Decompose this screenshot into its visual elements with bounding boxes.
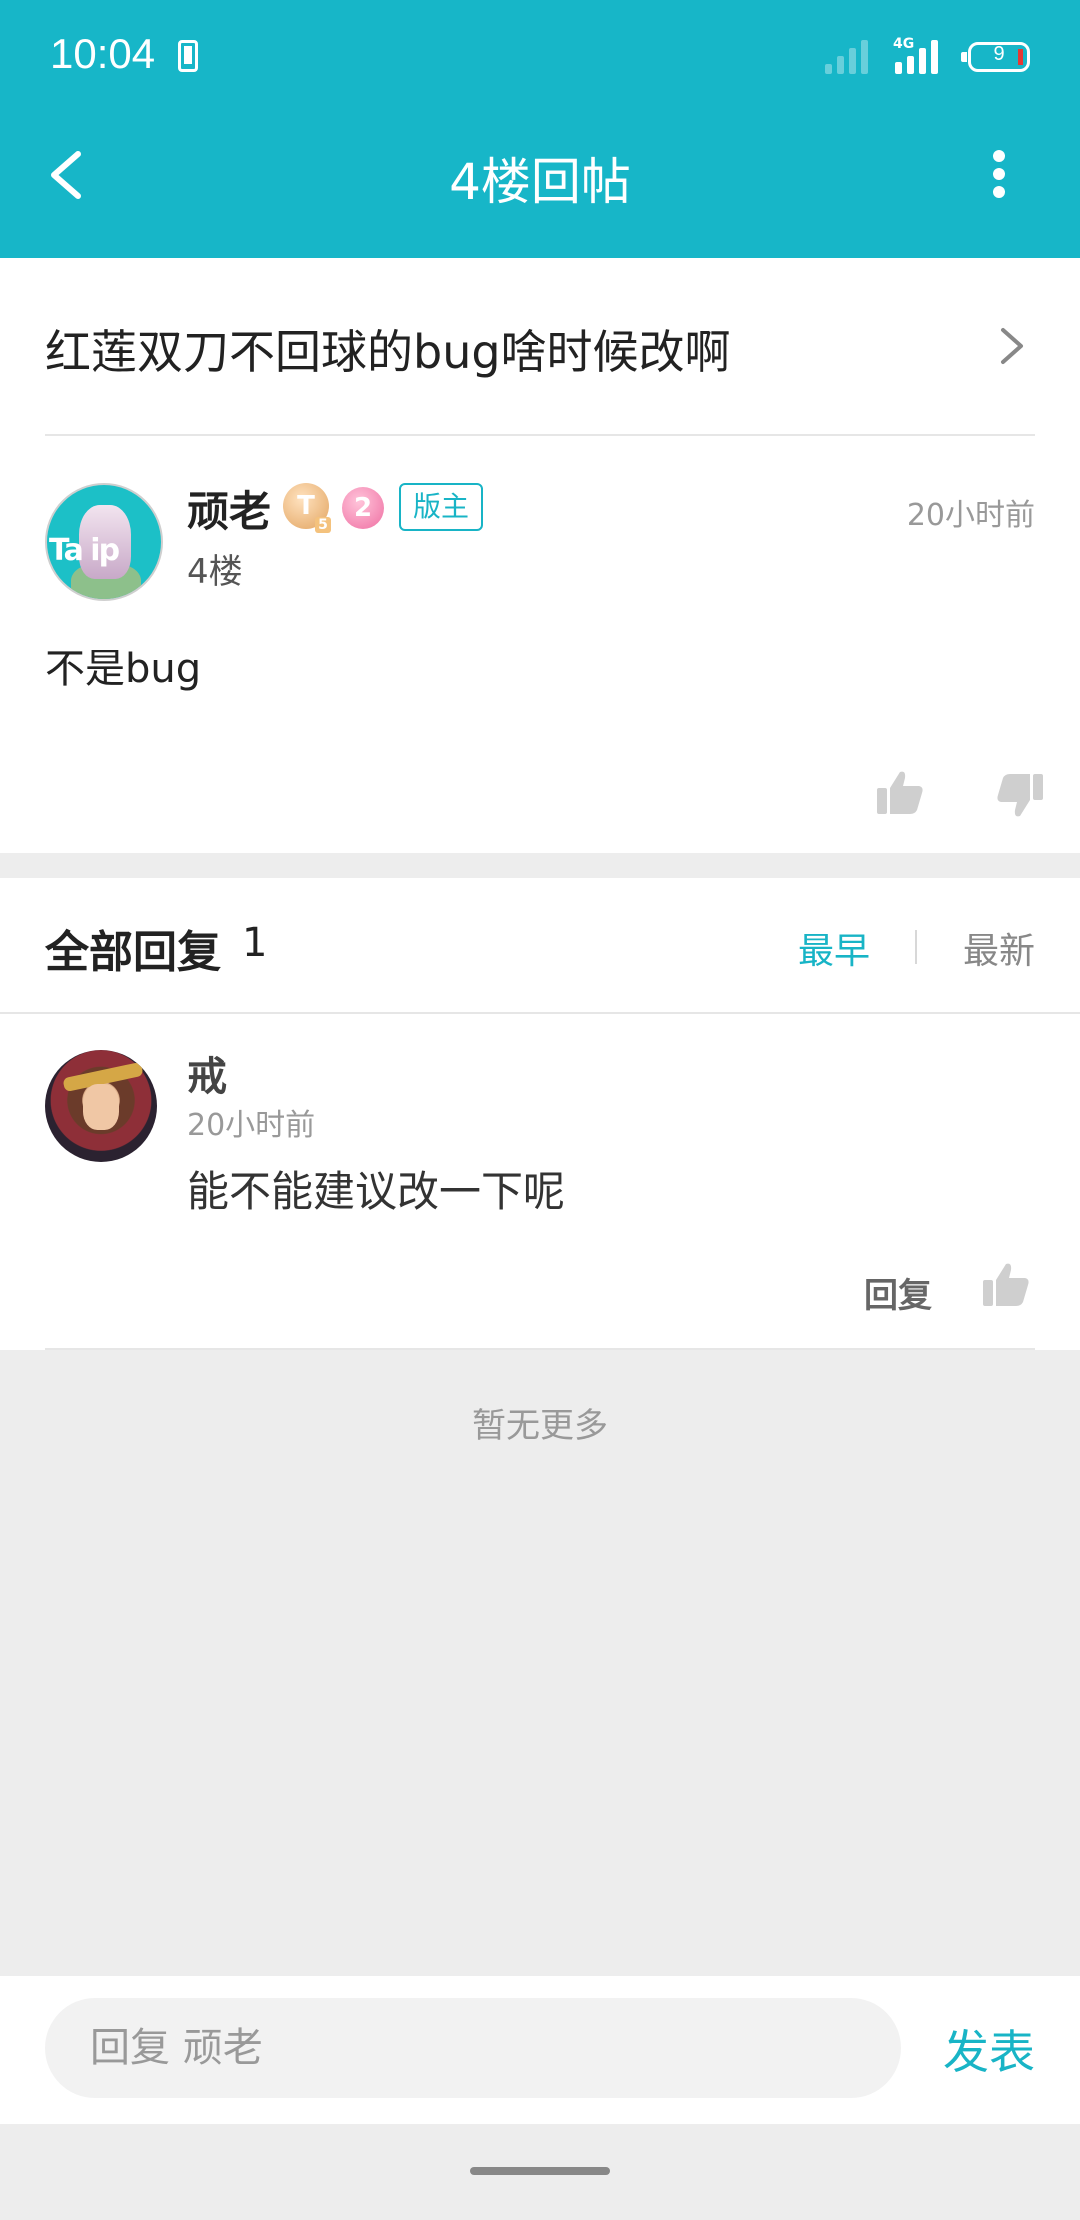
author-avatar[interactable]: Ta ip (45, 483, 163, 601)
thumbs-up-icon[interactable] (874, 766, 926, 818)
battery-low-indicator (1018, 49, 1023, 65)
author-name[interactable]: 顽老 (187, 478, 271, 539)
more-vertical-icon (993, 150, 1005, 198)
reply-button[interactable]: 回复 (864, 1268, 932, 1317)
replies-title: 全部回复 (45, 927, 221, 978)
reply-input-bar: 发表 (0, 1976, 1080, 2124)
divider (45, 1348, 1035, 1350)
reply-input[interactable] (45, 1998, 901, 2098)
post-content: 不是bug (45, 646, 202, 692)
thumbs-down-icon[interactable] (994, 770, 1046, 822)
reply-content: 能不能建议改一下呢 (187, 1167, 566, 1216)
tap-level-badge: T5 (283, 483, 331, 533)
status-bar: 10:04 4G 9 (0, 0, 1080, 112)
replies-count: 1 (242, 920, 268, 966)
home-indicator[interactable] (470, 2167, 610, 2175)
user-level-badge: 2 (342, 487, 384, 529)
thread-link[interactable]: 红莲双刀不回球的bug啥时候改啊 (45, 258, 1035, 436)
sort-earliest-tab[interactable]: 最早 (798, 922, 870, 974)
no-more-text: 暂无更多 (472, 1406, 608, 1446)
avatar-figure-face (83, 1084, 119, 1130)
tap-badge-letter: T (297, 491, 315, 521)
more-button[interactable] (972, 142, 1022, 212)
status-time: 10:04 (50, 30, 156, 77)
post-timestamp: 20小时前 (906, 498, 1035, 533)
signal-sim1-icon (825, 36, 873, 74)
page-title: 4楼回帖 (449, 153, 631, 211)
thread-title: 红莲双刀不回球的bug啥时候改啊 (45, 325, 731, 379)
publish-button[interactable]: 发表 (943, 2016, 1035, 2082)
chevron-right-icon (1001, 328, 1023, 364)
reply-timestamp: 20小时前 (187, 1108, 316, 1143)
tap-badge-level: 5 (315, 517, 331, 533)
avatar-text: Ta ip (49, 533, 120, 568)
sort-latest-tab[interactable]: 最新 (963, 922, 1035, 974)
reply-author-name[interactable]: 戒 (187, 1044, 227, 1102)
reply-avatar[interactable] (45, 1050, 157, 1162)
post-card: 红莲双刀不回球的bug啥时候改啊 Ta ip 顽老 T5 2 版主 4楼 20小… (0, 258, 1080, 853)
battery-saver-icon (178, 40, 198, 72)
replies-header: 全部回复 1 最早 最新 (0, 878, 1080, 1014)
battery-icon: 9 (961, 42, 1030, 72)
signal-sim2-icon (895, 36, 943, 74)
app-header: 10:04 4G 9 4楼回帖 (0, 0, 1080, 258)
sort-divider (915, 930, 917, 964)
moderator-badge: 版主 (399, 483, 484, 531)
replies-section: 全部回复 1 最早 最新 戒 20小时前 能不能建议改一下呢 回复 (0, 878, 1080, 1350)
thumbs-up-icon[interactable] (980, 1258, 1032, 1310)
floor-number: 4楼 (187, 552, 243, 592)
